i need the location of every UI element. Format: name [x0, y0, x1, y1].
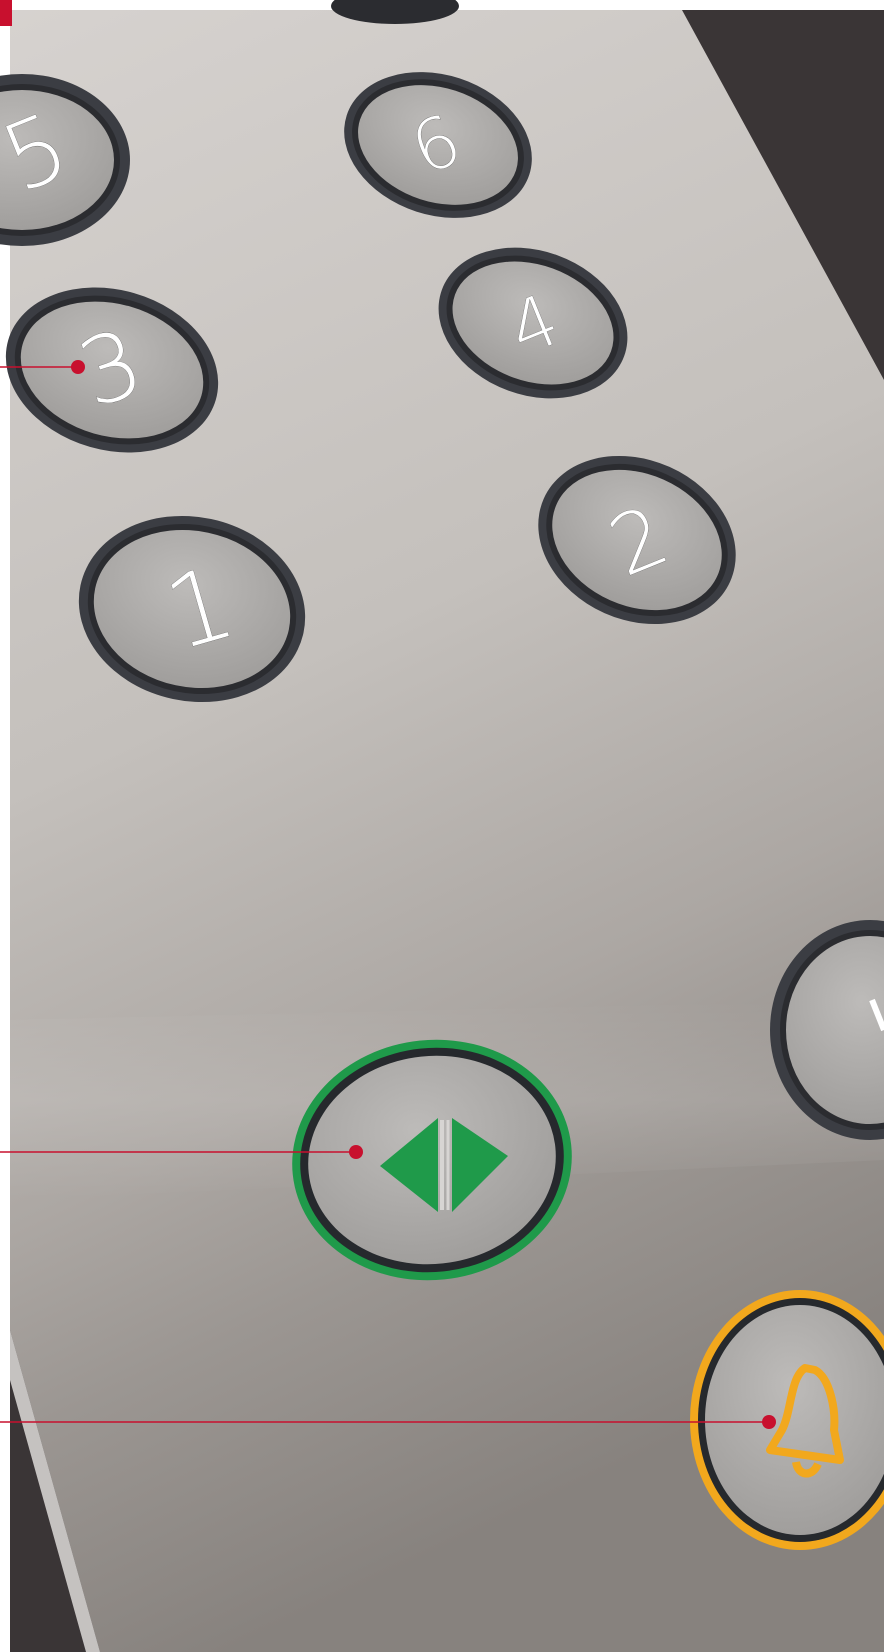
- panel-illustration: 5 6 3 4 1 2: [0, 0, 884, 1652]
- accent-corner-tab: [0, 0, 12, 26]
- elevator-panel-photo: 5 6 3 4 1 2: [0, 0, 884, 1652]
